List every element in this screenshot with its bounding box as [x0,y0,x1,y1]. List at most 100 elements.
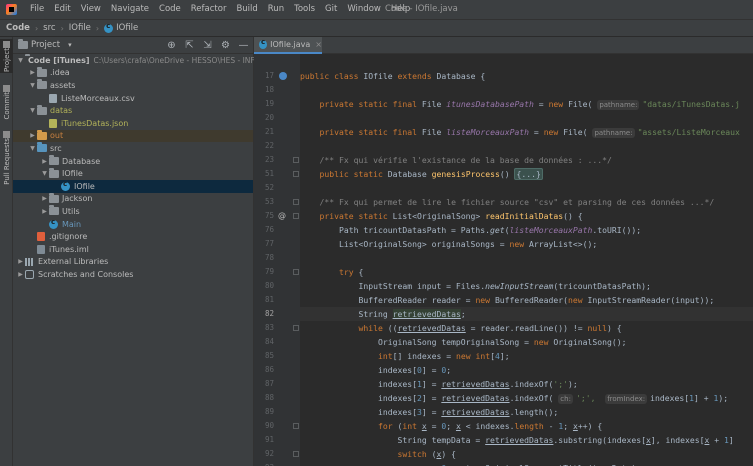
tree-item-main[interactable]: Main [13,218,253,231]
editor-gutter[interactable]: 17 18 19 20 21 22 23 51 52 53 75 @ 76 77… [254,54,300,466]
menu-refactor[interactable]: Refactor [186,0,232,19]
minimize-icon[interactable]: — [238,39,249,52]
fold-icon[interactable] [293,199,299,205]
line-number: 51 [264,169,274,178]
chevron-right-icon[interactable]: ▶ [16,258,25,265]
implemented-icon[interactable] [279,72,287,80]
locate-file-icon[interactable]: ⊕ [166,39,177,52]
breadcrumb-src[interactable]: src [43,23,55,33]
module-file-icon [37,244,45,254]
source-folder-icon [37,142,47,153]
tree-item-label: assets [50,80,76,90]
code-line: for (int x = 0; x < indexes.length - 1; … [377,421,603,431]
menu-run[interactable]: Run [263,0,289,19]
fold-icon[interactable] [293,269,299,275]
tree-item-listemorceaux[interactable]: ListeMorceaux.csv [13,92,253,105]
tree-item-database[interactable]: ▶ Database [13,155,253,168]
tree-item-assets[interactable]: ▼ assets [13,79,253,92]
project-tree: ▼ Code [iTunes] C:\Users\crafa\OneDrive … [13,54,269,281]
code-editor[interactable]: public class IOfile extends Database { p… [300,54,753,466]
gear-icon[interactable]: ⚙ [220,39,231,52]
chevron-down-icon[interactable]: ▼ [16,57,25,64]
tab-iofile-java[interactable]: IOfile.java × [254,37,322,54]
annotation-icon[interactable]: @ [278,209,286,223]
chevron-right-icon[interactable]: ▶ [28,69,37,76]
fold-icon[interactable] [293,171,299,177]
close-icon[interactable]: × [315,40,322,49]
fold-icon[interactable] [293,157,299,163]
chevron-down-icon[interactable]: ▼ [40,170,49,177]
tree-item-datas[interactable]: ▼ datas [13,104,253,117]
menu-git[interactable]: Git [320,0,342,19]
tree-item-gitignore[interactable]: .gitignore [13,230,253,243]
chevron-down-icon[interactable]: ▾ [68,41,72,49]
tree-item-itunesdatas[interactable]: iTunesDatas.json [13,117,253,130]
fold-icon[interactable] [293,325,299,331]
chevron-down-icon[interactable]: ▼ [28,145,37,152]
code-line: public class IOfile extends Database { [300,71,486,81]
menu-file[interactable]: File [25,0,49,19]
code-line: List<OriginalSong> originalSongs = new A… [300,239,598,249]
fold-icon[interactable] [293,451,299,457]
fold-icon[interactable] [293,213,299,219]
chevron-right-icon[interactable]: ▶ [16,271,25,278]
tree-item-label: .idea [50,68,70,78]
chevron-right-icon[interactable]: ▶ [40,195,49,202]
line-number: 92 [264,449,274,458]
line-number: 53 [264,197,274,206]
intellij-logo-icon[interactable] [6,4,17,15]
project-view-selector[interactable]: Project [31,40,60,50]
menu-build[interactable]: Build [231,0,262,19]
menu-view[interactable]: View [76,0,106,19]
tree-item-utils[interactable]: ▶ Utils [13,205,253,218]
line-number: 78 [264,253,274,262]
commit-tool-button[interactable]: Commit [0,83,13,119]
tree-item-label: Scratches and Consoles [38,269,134,279]
chevron-right-icon[interactable]: ▶ [40,208,49,215]
collapse-all-icon[interactable]: ⇲ [202,39,213,52]
line-number: 83 [264,323,274,332]
code-line: private static final File itunesDatabase… [319,99,740,110]
tree-item-code-root[interactable]: ▼ Code [iTunes] C:\Users\crafa\OneDrive … [13,54,269,67]
menu-navigate[interactable]: Navigate [106,0,154,19]
tree-item-iofile-package[interactable]: ▼ IOfile [13,167,253,180]
breadcrumb-class[interactable]: IOfile [104,22,138,33]
tree-item-idea[interactable]: ▶ .idea [13,66,253,80]
chevron-right-icon[interactable]: ▶ [28,132,37,139]
tree-item-scratches[interactable]: ▶ Scratches and Consoles [13,268,253,281]
menu-edit[interactable]: Edit [49,0,75,19]
line-number: 82 [264,309,274,318]
tree-item-label: .gitignore [49,232,88,242]
project-tool-button[interactable]: Project [0,39,13,73]
tree-item-iofile-class[interactable]: IOfile [13,180,253,193]
folded-code-block[interactable]: {...} [514,168,543,180]
text-file-icon [49,93,57,103]
line-number: 88 [264,393,274,402]
menu-code[interactable]: Code [154,0,186,19]
tab-label: IOfile.java [270,40,311,49]
line-number: 93 [254,461,274,466]
project-panel: Project ▾ ⊕ ⇱ ⇲ ⚙ — ▼ Code [iTunes] C:\U… [13,37,269,466]
code-line: try { [338,267,364,277]
tree-item-iml[interactable]: iTunes.iml [13,243,253,256]
chevron-right-icon[interactable]: ▶ [40,158,49,165]
expand-all-icon[interactable]: ⇱ [184,39,195,52]
tree-item-src[interactable]: ▼ src [13,142,253,155]
menu-window[interactable]: Window [342,0,386,19]
class-icon [49,218,58,229]
folder-icon [37,66,47,77]
menu-tools[interactable]: Tools [289,0,320,19]
project-tool-icon [3,41,10,48]
tree-item-out[interactable]: ▶ out [13,129,253,143]
chevron-down-icon[interactable]: ▼ [28,82,37,89]
menu-bar: File Edit View Navigate Code Refactor Bu… [0,0,753,19]
tree-item-jackson[interactable]: ▶ Jackson [13,192,253,206]
breadcrumb-package[interactable]: IOfile [69,23,91,33]
tree-item-label: IOfile [62,169,83,179]
left-tool-stripe: Project Commit Pull Requests [0,37,13,466]
tree-item-external-libraries[interactable]: ▶ External Libraries [13,256,253,269]
breadcrumb-project[interactable]: Code [6,23,30,33]
chevron-down-icon[interactable]: ▼ [28,107,37,114]
pull-requests-tool-button[interactable]: Pull Requests [0,129,13,193]
fold-icon[interactable] [293,423,299,429]
